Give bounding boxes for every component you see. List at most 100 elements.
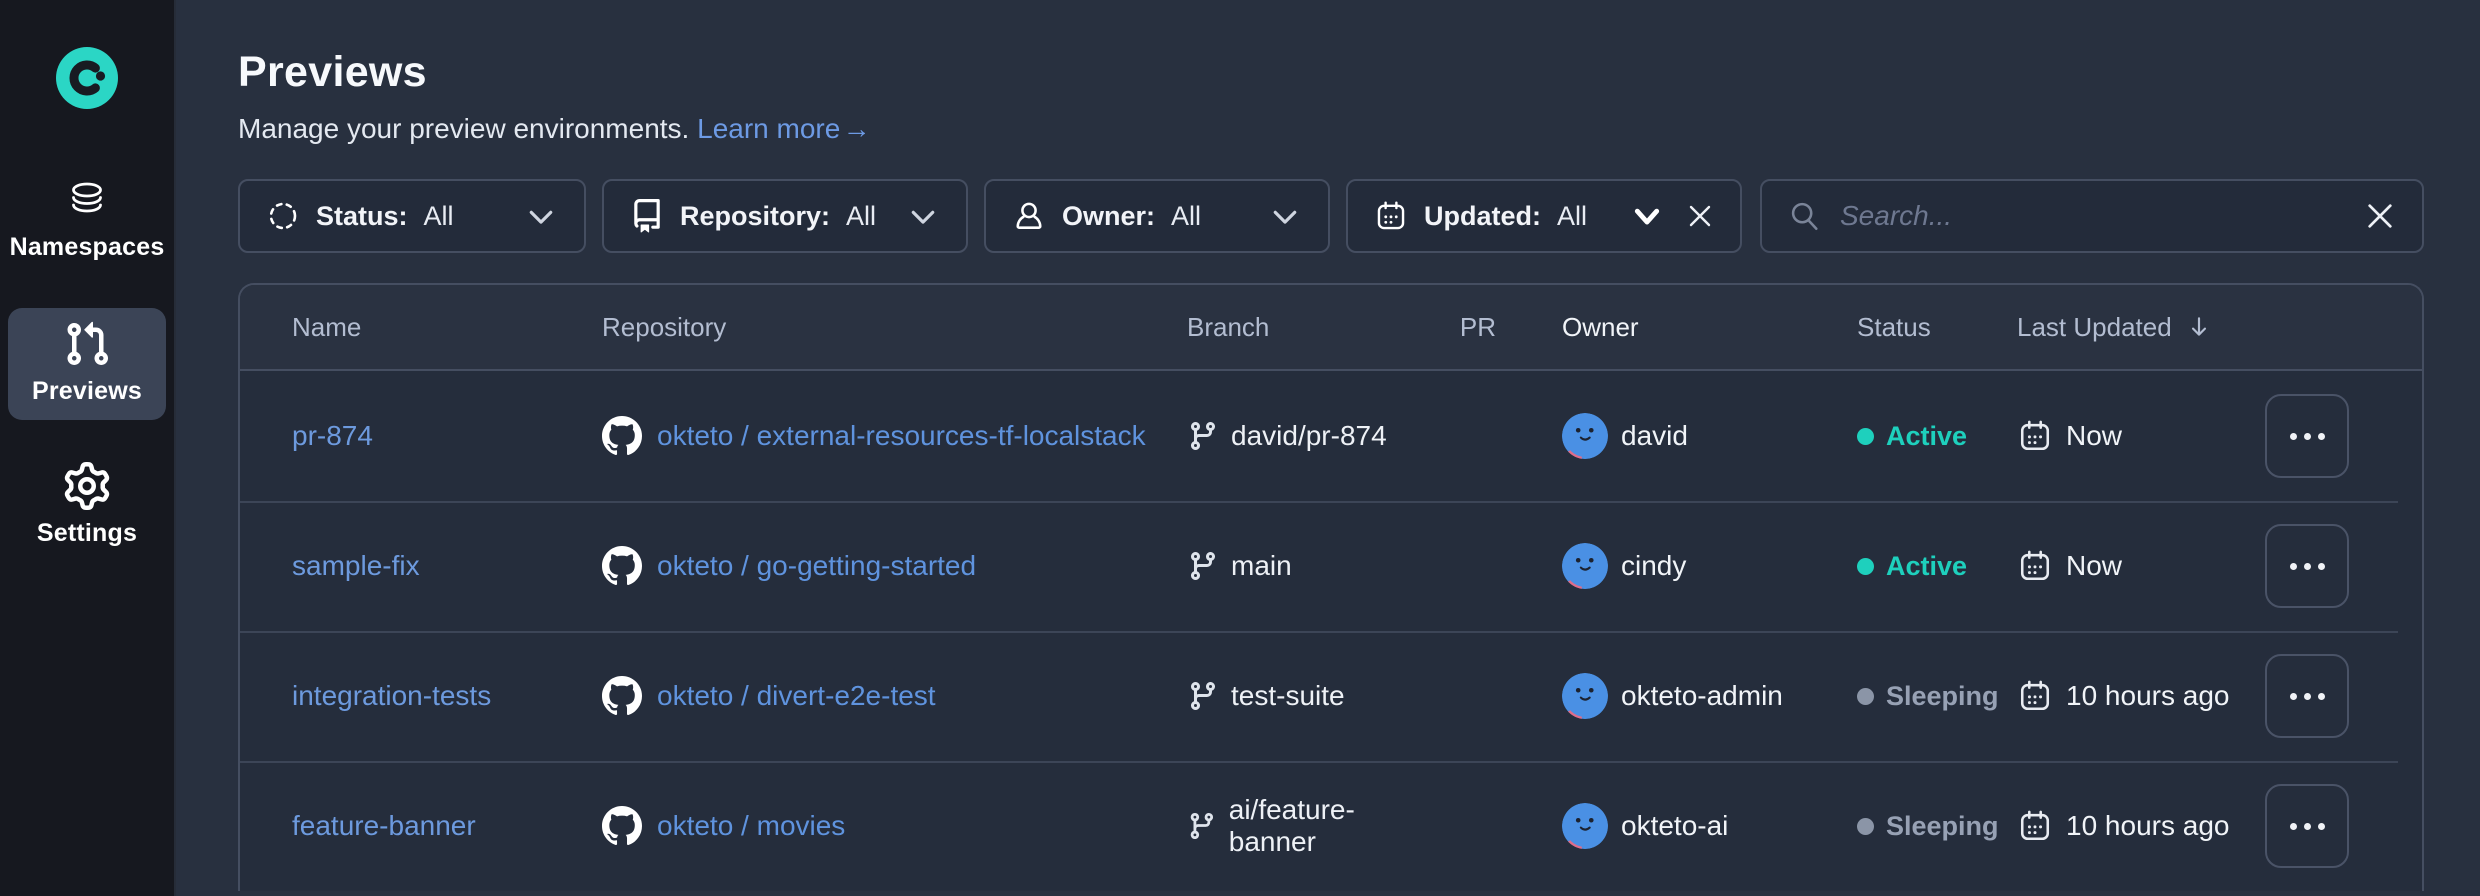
table-row[interactable]: sample-fix okteto / go-getting-started m…: [240, 501, 2422, 631]
avatar: [1562, 543, 1608, 589]
sidebar-item-label: Namespaces: [10, 233, 165, 262]
subtitle-text: Manage your preview environments.: [238, 113, 689, 144]
last-updated-value: Now: [2066, 550, 2122, 582]
filter-label: Status:: [316, 201, 408, 232]
status-dot-icon: [1857, 428, 1874, 445]
repository-link[interactable]: okteto / movies: [657, 810, 845, 842]
calendar-icon: [2017, 808, 2053, 844]
git-branch-icon: [1187, 550, 1219, 582]
repo-icon: [630, 199, 664, 233]
sidebar-item-previews[interactable]: Previews: [8, 308, 166, 420]
owner-name: okteto-admin: [1621, 680, 1783, 712]
filter-label: Repository:: [680, 201, 830, 232]
updated-filter-dropdown[interactable]: Updated: All: [1346, 179, 1742, 253]
github-icon: [602, 806, 642, 846]
owner-filter-dropdown[interactable]: Owner: All: [984, 179, 1330, 253]
branch-name: david/pr-874: [1231, 420, 1387, 452]
page-subtitle: Manage your preview environments. Learn …: [238, 113, 2424, 145]
column-header-status: Status: [1857, 312, 2017, 343]
table-header-row: Name Repository Branch PR Owner Status L…: [240, 285, 2422, 371]
preview-name-link[interactable]: sample-fix: [292, 550, 420, 582]
clear-updated-filter-icon[interactable]: [1686, 202, 1714, 230]
column-header-pr: PR: [1427, 312, 1502, 343]
table-row[interactable]: pr-874 okteto / external-resources-tf-lo…: [240, 371, 2422, 501]
sidebar: Namespaces Previews Settings: [0, 0, 176, 896]
row-actions-button[interactable]: [2265, 394, 2349, 478]
person-icon: [1012, 199, 1046, 233]
repository-link[interactable]: okteto / external-resources-tf-localstac…: [657, 420, 1146, 452]
avatar: [1562, 673, 1608, 719]
sidebar-item-namespaces[interactable]: Namespaces: [8, 164, 166, 276]
main-content: Previews Manage your preview environment…: [176, 0, 2480, 896]
sidebar-item-label: Previews: [32, 377, 142, 406]
status-badge: Active: [1857, 421, 2017, 452]
owner-name: david: [1621, 420, 1688, 452]
settings-gear-icon: [63, 462, 111, 510]
preview-name-link[interactable]: feature-banner: [292, 810, 476, 842]
branch-name: ai/feature-banner: [1229, 794, 1427, 858]
status-filter-dropdown[interactable]: Status: All: [238, 179, 586, 253]
page-title: Previews: [238, 48, 2424, 97]
last-updated-value: Now: [2066, 420, 2122, 452]
column-header-owner: Owner: [1502, 312, 1857, 343]
status-badge: Sleeping: [1857, 811, 2017, 842]
sidebar-item-settings[interactable]: Settings: [8, 450, 166, 562]
okteto-logo[interactable]: [55, 46, 119, 110]
owner-name: okteto-ai: [1621, 810, 1728, 842]
github-icon: [602, 416, 642, 456]
last-updated-value: 10 hours ago: [2066, 680, 2229, 712]
status-badge: Active: [1857, 551, 2017, 582]
status-label: Active: [1886, 421, 1967, 452]
preview-name-link[interactable]: pr-874: [292, 420, 373, 452]
sort-descending-arrow-icon: [2186, 314, 2212, 340]
column-header-last-updated[interactable]: Last Updated: [2017, 312, 2265, 343]
status-label: Sleeping: [1886, 811, 1999, 842]
filter-value: All: [1557, 201, 1587, 232]
repository-link[interactable]: okteto / go-getting-started: [657, 550, 976, 582]
owner-name: cindy: [1621, 550, 1686, 582]
status-label: Sleeping: [1886, 681, 1999, 712]
table-row[interactable]: feature-banner okteto / movies ai/featur…: [240, 761, 2422, 891]
status-dot-icon: [1857, 558, 1874, 575]
search-input[interactable]: [1840, 200, 2346, 232]
status-dot-icon: [1857, 688, 1874, 705]
chevron-down-icon: [1268, 199, 1302, 233]
row-actions-button[interactable]: [2265, 524, 2349, 608]
chevron-down-icon: [524, 199, 558, 233]
github-icon: [602, 676, 642, 716]
row-actions-button[interactable]: [2265, 784, 2349, 868]
git-branch-icon: [1187, 420, 1219, 452]
column-header-branch: Branch: [1187, 312, 1427, 343]
status-label: Active: [1886, 551, 1967, 582]
filter-value: All: [424, 201, 454, 232]
avatar: [1562, 803, 1608, 849]
branch-name: test-suite: [1231, 680, 1345, 712]
arrow-right-icon: →: [843, 113, 871, 144]
calendar-icon: [1374, 199, 1408, 233]
branch-name: main: [1231, 550, 1292, 582]
preview-name-link[interactable]: integration-tests: [292, 680, 491, 712]
learn-more-link[interactable]: Learn more →: [697, 113, 871, 144]
table-row[interactable]: integration-tests okteto / divert-e2e-te…: [240, 631, 2422, 761]
search-icon: [1788, 199, 1822, 233]
repository-link[interactable]: okteto / divert-e2e-test: [657, 680, 936, 712]
filter-label: Updated:: [1424, 201, 1541, 232]
git-branch-icon: [1187, 680, 1219, 712]
filter-bar: Status: All Repository: All Owner: All U…: [238, 179, 2424, 253]
calendar-icon: [2017, 678, 2053, 714]
last-updated-value: 10 hours ago: [2066, 810, 2229, 842]
column-header-name: Name: [292, 312, 602, 343]
chevron-down-icon: [906, 199, 940, 233]
clear-search-icon[interactable]: [2364, 200, 2396, 232]
git-branch-icon: [1187, 810, 1217, 842]
calendar-icon: [2017, 548, 2053, 584]
row-actions-button[interactable]: [2265, 654, 2349, 738]
status-dot-icon: [1857, 818, 1874, 835]
previews-git-icon: [63, 320, 111, 368]
avatar: [1562, 413, 1608, 459]
repository-filter-dropdown[interactable]: Repository: All: [602, 179, 968, 253]
github-icon: [602, 546, 642, 586]
sidebar-item-label: Settings: [37, 519, 137, 548]
previews-table: Name Repository Branch PR Owner Status L…: [238, 283, 2424, 891]
chevron-down-icon: [1630, 199, 1664, 233]
